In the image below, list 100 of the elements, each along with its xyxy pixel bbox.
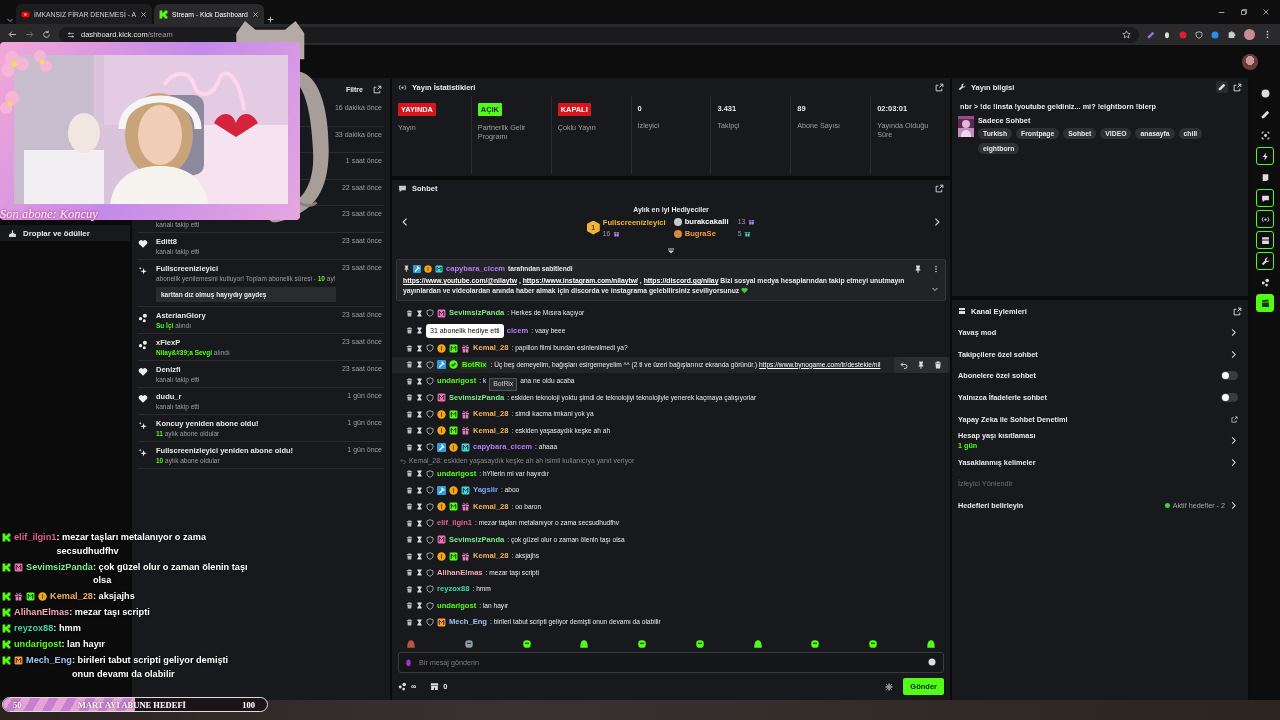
reload-icon[interactable] — [42, 30, 51, 39]
timeout-icon[interactable] — [416, 344, 423, 352]
external-link-icon[interactable] — [1231, 415, 1238, 423]
delete-icon[interactable] — [406, 602, 413, 610]
delete-icon[interactable] — [406, 344, 413, 352]
unpin-icon[interactable] — [914, 265, 922, 273]
more-icon[interactable] — [932, 265, 940, 273]
popout-icon[interactable] — [935, 184, 944, 193]
chat-icon — [398, 184, 407, 193]
delete-icon[interactable] — [406, 536, 413, 544]
next-icon[interactable] — [932, 217, 942, 227]
chevron-right-icon[interactable] — [1229, 501, 1238, 511]
emote-icon[interactable] — [637, 639, 648, 649]
delete-icon[interactable] — [406, 618, 413, 626]
chevron-right-icon[interactable] — [1229, 457, 1238, 467]
timeout-icon[interactable] — [416, 309, 423, 317]
bookmark-star-icon[interactable] — [1122, 30, 1131, 39]
tool-button[interactable] — [1256, 189, 1274, 207]
timeout-icon[interactable] — [416, 618, 423, 626]
pin-icon[interactable] — [917, 360, 925, 369]
close-tab-icon[interactable] — [139, 10, 147, 18]
back-icon[interactable] — [8, 30, 17, 39]
timeout-icon[interactable] — [416, 470, 423, 478]
delete-icon[interactable] — [406, 552, 413, 560]
delete-icon[interactable] — [406, 377, 413, 385]
chevron-right-icon[interactable] — [1229, 328, 1238, 338]
delete-icon[interactable] — [406, 519, 413, 527]
timeout-icon[interactable] — [416, 394, 423, 402]
sparkle-icon — [138, 421, 148, 432]
chevron-right-icon[interactable] — [1229, 436, 1238, 446]
profile-avatar[interactable] — [1242, 53, 1258, 70]
toggle-switch[interactable] — [1221, 371, 1238, 381]
delete-icon[interactable] — [406, 427, 413, 435]
timeout-icon[interactable] — [416, 486, 423, 494]
ban-icon[interactable] — [426, 309, 434, 318]
site-settings-icon[interactable] — [67, 30, 75, 39]
delete-icon[interactable] — [406, 503, 413, 511]
popout-icon[interactable] — [935, 82, 944, 92]
emote-icon[interactable] — [694, 639, 705, 649]
shop-icon[interactable] — [430, 682, 440, 691]
chevron-right-icon[interactable] — [1229, 349, 1238, 359]
delete-icon[interactable] — [406, 309, 413, 317]
forward-icon[interactable] — [25, 30, 34, 39]
toggle-switch[interactable] — [1221, 393, 1238, 403]
emote-icon[interactable] — [925, 639, 936, 649]
tool-button[interactable] — [1256, 147, 1274, 165]
tool-button[interactable] — [1256, 252, 1274, 270]
popout-icon[interactable] — [373, 84, 382, 94]
timeout-icon[interactable] — [416, 327, 423, 335]
delete-icon[interactable] — [406, 410, 413, 418]
expand-icon[interactable] — [931, 285, 939, 293]
delete-icon[interactable] — [406, 394, 413, 402]
popout-icon[interactable] — [1233, 306, 1242, 316]
emote-icon[interactable] — [752, 639, 763, 649]
clapper-icon — [1260, 298, 1270, 308]
delete-icon[interactable] — [406, 327, 413, 335]
emote-icon[interactable] — [810, 639, 821, 649]
timeout-icon[interactable] — [416, 410, 423, 418]
tool-button[interactable] — [1256, 210, 1274, 228]
profile-avatar[interactable] — [1244, 29, 1255, 40]
close-tab-icon[interactable] — [251, 10, 259, 18]
popout-icon[interactable] — [1233, 82, 1242, 92]
timeout-icon[interactable] — [416, 569, 423, 577]
close-icon[interactable] — [1262, 7, 1270, 16]
sparkle-icon — [138, 448, 148, 459]
collapse-icon[interactable] — [667, 247, 675, 255]
previous-icon[interactable] — [400, 217, 410, 227]
reply-icon[interactable] — [900, 360, 908, 369]
timeout-icon[interactable] — [416, 552, 423, 560]
delete-icon[interactable] — [406, 361, 413, 369]
restore-icon[interactable] — [1240, 7, 1248, 16]
timeout-icon[interactable] — [416, 361, 423, 369]
delete-icon[interactable] — [406, 585, 413, 593]
settings-icon[interactable] — [885, 682, 894, 691]
edit-button[interactable] — [1216, 81, 1228, 93]
timeout-icon[interactable] — [416, 377, 423, 385]
emote-icon[interactable] — [521, 639, 532, 649]
timeout-icon[interactable] — [416, 585, 423, 593]
timeout-icon[interactable] — [416, 503, 423, 511]
new-tab-icon[interactable] — [265, 15, 275, 24]
timeout-icon[interactable] — [416, 519, 423, 527]
tab-list-icon[interactable] — [6, 16, 14, 24]
emote-icon[interactable] — [463, 639, 474, 649]
delete-icon[interactable] — [406, 486, 413, 494]
extensions-icon[interactable] — [1227, 30, 1236, 39]
timeout-icon[interactable] — [416, 427, 423, 435]
gift-badge-icon — [461, 426, 470, 436]
delete-icon[interactable] — [406, 470, 413, 478]
tool-button[interactable] — [1256, 294, 1274, 312]
tool-button[interactable] — [1256, 231, 1274, 249]
emote-icon[interactable] — [579, 639, 590, 649]
timeout-icon[interactable] — [416, 602, 423, 610]
wrench-icon — [1260, 256, 1270, 266]
delete-icon[interactable] — [934, 360, 942, 369]
emote-icon[interactable] — [868, 639, 879, 649]
delete-icon[interactable] — [406, 443, 413, 451]
timeout-icon[interactable] — [416, 443, 423, 451]
timeout-icon[interactable] — [416, 536, 423, 544]
kick-logo-icon — [158, 9, 168, 19]
delete-icon[interactable] — [406, 569, 413, 577]
